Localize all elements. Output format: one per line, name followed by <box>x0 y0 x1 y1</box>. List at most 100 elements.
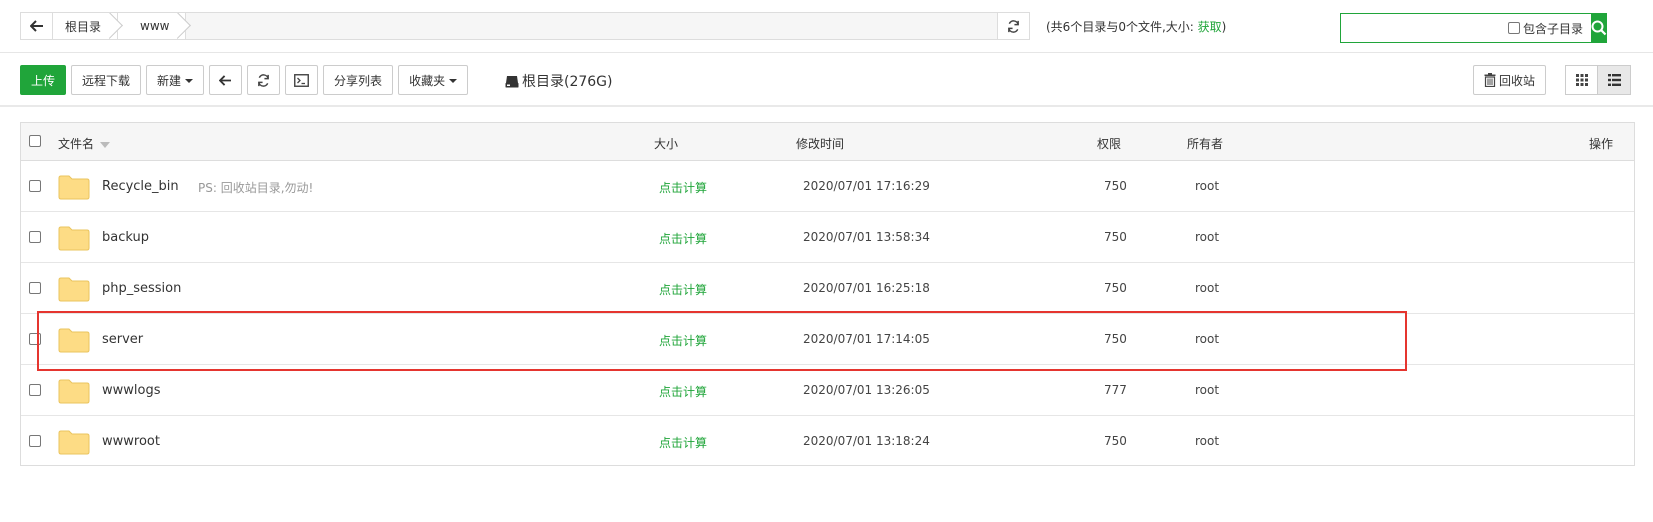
table-row[interactable]: Recycle_bin PS: 回收站目录,勿动! 点击计算 2020/07/0… <box>21 161 1634 212</box>
file-name[interactable]: backup <box>102 230 149 245</box>
breadcrumb-label: www <box>140 19 170 33</box>
table-row[interactable]: backup 点击计算 2020/07/01 13:58:34 750 root <box>21 212 1634 263</box>
row-checkbox[interactable] <box>29 180 41 192</box>
file-name[interactable]: wwwlogs <box>102 383 161 398</box>
folder-icon <box>58 226 90 251</box>
path-input-area[interactable] <box>186 13 997 39</box>
modified-time: 2020/07/01 17:14:05 <box>803 332 930 346</box>
header-action: 操作 <box>1589 137 1614 151</box>
back-arrow-icon <box>219 74 232 86</box>
modified-time: 2020/07/01 13:18:24 <box>803 434 930 448</box>
disk-label: 根目录(276G) <box>522 74 613 90</box>
permission[interactable]: 750 <box>1104 230 1127 244</box>
breadcrumb-root[interactable]: 根目录 <box>53 13 119 39</box>
row-checkbox[interactable] <box>29 333 41 345</box>
terminal-icon <box>294 73 309 87</box>
permission[interactable]: 750 <box>1104 179 1127 193</box>
size-calc-link[interactable]: 点击计算 <box>659 434 707 451</box>
permission[interactable]: 750 <box>1104 281 1127 295</box>
breadcrumb-separator <box>109 13 125 39</box>
file-name[interactable]: wwwroot <box>102 434 160 449</box>
recycle-bin-button[interactable]: 回收站 <box>1473 65 1547 95</box>
sort-caret-icon <box>99 141 110 148</box>
table-row[interactable]: php_session 点击计算 2020/07/01 16:25:18 750… <box>21 263 1634 314</box>
modified-time: 2020/07/01 16:25:18 <box>803 281 930 295</box>
header-perm[interactable]: 权限 <box>1097 135 1121 152</box>
file-name[interactable]: php_session <box>102 281 181 296</box>
caret-down-icon <box>185 79 194 83</box>
divider <box>0 105 1653 107</box>
recycle-bin-label: 回收站 <box>1499 73 1536 88</box>
directory-summary: (共6个目录与0个文件,大小: 获取) <box>1046 18 1226 35</box>
row-checkbox[interactable] <box>29 384 41 396</box>
divider <box>0 52 1653 53</box>
upload-button[interactable]: 上传 <box>20 65 67 95</box>
favorites-label: 收藏夹 <box>409 73 446 88</box>
summary-close: ) <box>1221 20 1227 34</box>
row-checkbox[interactable] <box>29 231 41 243</box>
folder-icon <box>58 379 90 404</box>
search-button[interactable] <box>1591 13 1608 43</box>
breadcrumb-www[interactable]: www <box>118 13 187 39</box>
owner[interactable]: root <box>1195 434 1219 448</box>
share-list-button[interactable]: 分享列表 <box>323 65 394 95</box>
grid-view-button[interactable] <box>1565 65 1598 95</box>
header-name[interactable]: 文件名 <box>58 135 110 152</box>
list-view-button[interactable] <box>1598 65 1631 95</box>
size-calc-link[interactable]: 点击计算 <box>659 332 707 349</box>
permission[interactable]: 777 <box>1104 383 1127 397</box>
back-button[interactable] <box>209 65 243 95</box>
include-subdir-label: 包含子目录 <box>1523 21 1584 36</box>
owner[interactable]: root <box>1195 383 1219 397</box>
file-name[interactable]: server <box>102 332 143 347</box>
file-name[interactable]: Recycle_bin <box>102 179 179 194</box>
disk-info[interactable]: 根目录(276G) <box>505 71 613 91</box>
modified-time: 2020/07/01 13:58:34 <box>803 230 930 244</box>
search-icon <box>1591 20 1607 36</box>
header-size[interactable]: 大小 <box>654 135 678 152</box>
select-all-checkbox[interactable] <box>29 135 41 147</box>
refresh-icon <box>258 73 269 87</box>
size-calc-link[interactable]: 点击计算 <box>659 383 707 400</box>
row-checkbox[interactable] <box>29 282 41 294</box>
caret-down-icon <box>449 79 458 83</box>
owner[interactable]: root <box>1195 179 1219 193</box>
new-label: 新建 <box>157 73 182 88</box>
size-calc-link[interactable]: 点击计算 <box>659 281 707 298</box>
path-back-button[interactable] <box>21 13 53 39</box>
path-refresh-button[interactable] <box>997 13 1029 39</box>
modified-time: 2020/07/01 13:26:05 <box>803 383 930 397</box>
file-note: PS: 回收站目录,勿动! <box>198 181 314 195</box>
table-header: 文件名 大小 修改时间 权限 所有者 操作 <box>21 123 1634 161</box>
size-calc-link[interactable]: 点击计算 <box>659 179 707 196</box>
folder-icon <box>58 175 90 200</box>
include-subdir-checkbox[interactable]: 包含子目录 <box>1508 20 1583 37</box>
owner[interactable]: root <box>1195 230 1219 244</box>
row-checkbox[interactable] <box>29 435 41 447</box>
table-row[interactable]: server 点击计算 2020/07/01 17:14:05 750 root <box>21 314 1634 365</box>
new-dropdown-button[interactable]: 新建 <box>146 65 205 95</box>
permission[interactable]: 750 <box>1104 434 1127 448</box>
refresh-button[interactable] <box>247 65 281 95</box>
summary-size-link[interactable]: 获取 <box>1198 20 1222 34</box>
folder-icon <box>58 430 90 455</box>
file-table: 文件名 大小 修改时间 权限 所有者 操作 Recycle_bin PS: 回收… <box>20 122 1635 466</box>
table-row[interactable]: wwwroot 点击计算 2020/07/01 13:18:24 750 roo… <box>21 416 1634 467</box>
size-calc-link[interactable]: 点击计算 <box>659 230 707 247</box>
remote-download-label: 远程下载 <box>82 73 131 88</box>
terminal-button[interactable] <box>285 65 319 95</box>
list-view-icon <box>1607 74 1621 86</box>
trash-icon <box>1484 73 1496 87</box>
favorites-dropdown-button[interactable]: 收藏夹 <box>398 65 469 95</box>
include-subdir-box[interactable] <box>1508 22 1520 34</box>
remote-download-button[interactable]: 远程下载 <box>71 65 142 95</box>
toolbar: 上传 远程下载 新建 分享列表 收藏夹 <box>20 65 473 95</box>
owner[interactable]: root <box>1195 281 1219 295</box>
header-mtime[interactable]: 修改时间 <box>796 135 844 152</box>
table-row[interactable]: wwwlogs 点击计算 2020/07/01 13:26:05 777 roo… <box>21 365 1634 416</box>
file-manager: 根目录 www (共6个目录与0个文件,大小: 获取) 包含子目录 上传 远程下… <box>0 0 1653 522</box>
owner[interactable]: root <box>1195 332 1219 346</box>
search-input[interactable] <box>1341 14 1508 42</box>
header-owner[interactable]: 所有者 <box>1187 135 1223 152</box>
permission[interactable]: 750 <box>1104 332 1127 346</box>
